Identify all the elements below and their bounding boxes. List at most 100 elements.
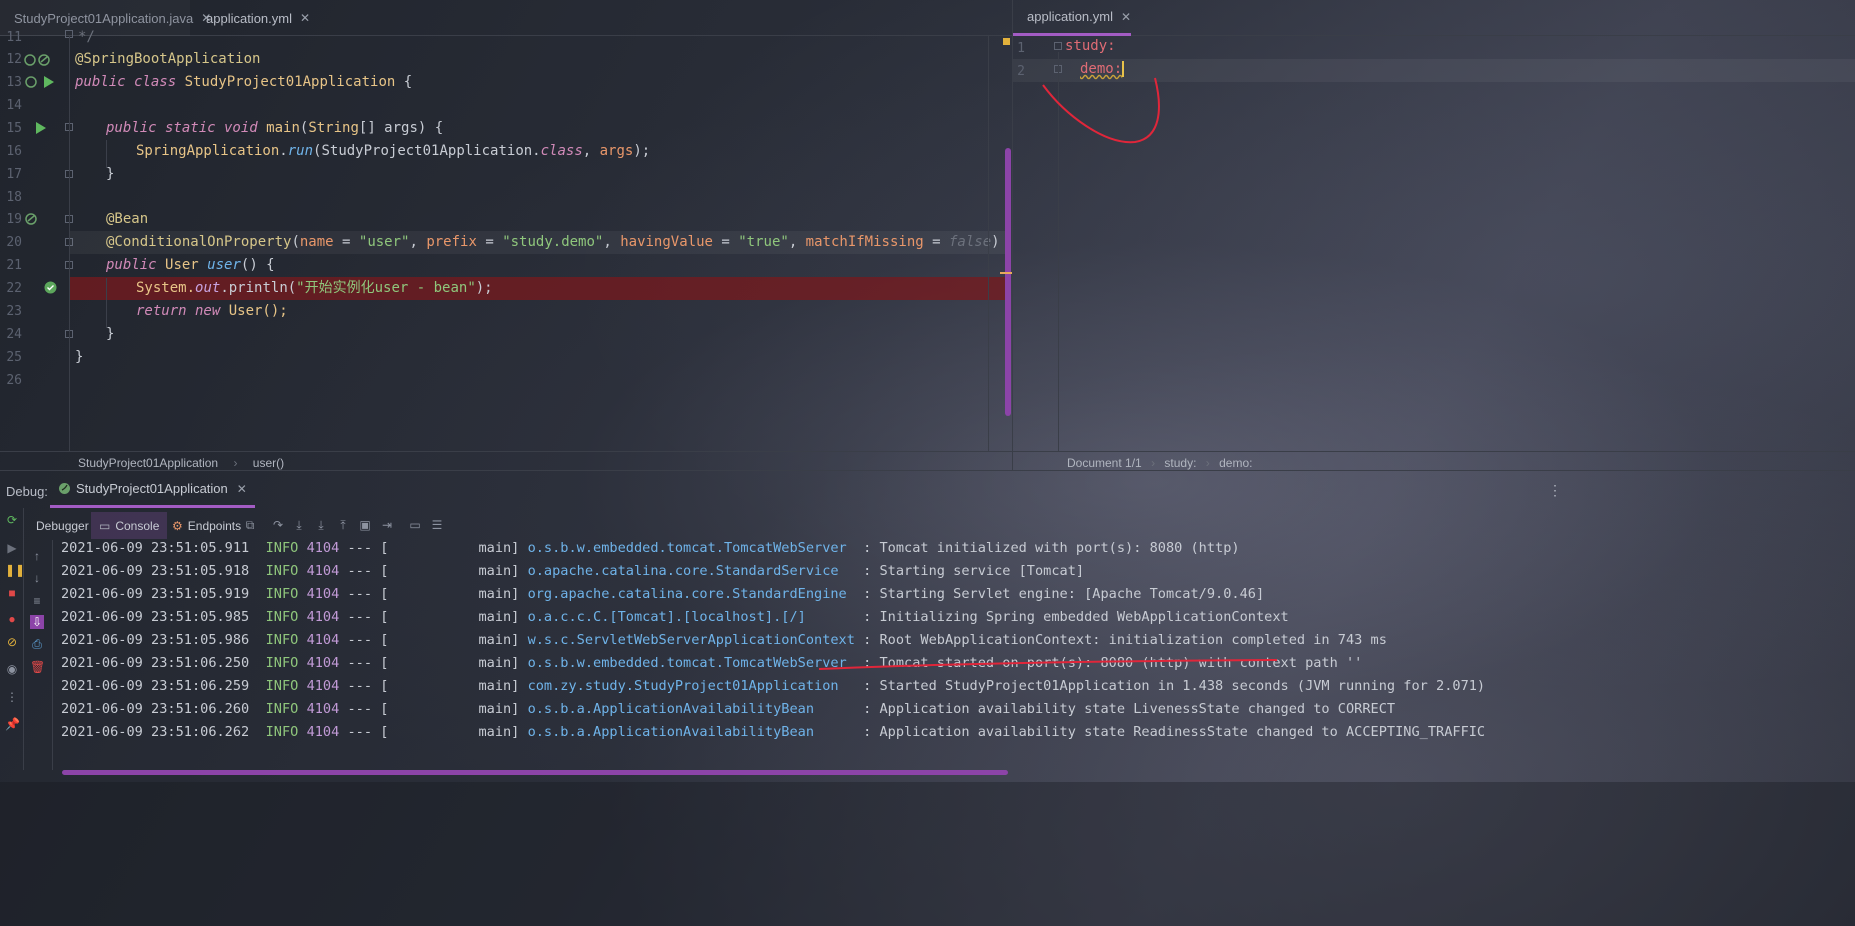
code-token: "开始实例化user - bean" [296,280,476,296]
code-token: SpringApplication [136,143,280,159]
code-token: name [299,234,334,250]
tab-application-yml-right[interactable]: application.yml ✕ [1013,0,1131,36]
code-token: false [948,234,992,250]
tab-study-project-java[interactable]: C StudyProject01Application.java ✕ [0,0,211,36]
camera-icon[interactable]: ◉ [5,662,19,676]
tab-label: StudyProject01Application.java [14,10,194,26]
scroll-down-icon[interactable]: ↓ [30,571,44,585]
tab-label: Console [115,518,160,533]
debug-session-tab[interactable]: StudyProject01Application ✕ [50,472,255,508]
log-thread: main] [388,701,528,717]
code-line-19: @Bean [106,208,148,231]
code-token: = [333,234,359,250]
log-logger: o.s.b.w.embedded.tomcat.TomcatWebServer [527,540,864,556]
spring-bean-icon[interactable] [24,75,38,89]
scroll-to-end-icon[interactable]: ⇩ [30,615,44,629]
code-token: prefix [426,234,477,250]
code-token: , [788,234,806,250]
breakpoint-marker-stripe [1000,272,1012,274]
code-token: @ConditionalOnProperty [106,234,292,250]
left-editor-scrollbar[interactable] [1005,148,1011,416]
line-number: 11 [6,30,22,45]
breakpoint-verified-icon[interactable] [44,281,57,294]
log-logger: o.a.c.c.C.[Tomcat].[localhost].[/] [527,609,864,625]
code-token: { [395,74,413,90]
log-logger: o.s.b.a.ApplicationAvailabilityBean [527,701,864,717]
breadcrumb-item[interactable]: demo: [1219,456,1252,470]
rerun-icon[interactable]: ⟳ [5,513,19,527]
code-token: System. [136,280,196,296]
log-separator: --- [ [339,655,389,671]
more-options-icon[interactable]: ⋮ [1548,482,1562,499]
console-icon: ▭ [99,518,111,533]
tab-label: application.yml [1027,9,1113,24]
spring-bean-icon[interactable] [24,53,54,67]
line-number: 12 [6,52,22,67]
trace-settings-icon[interactable]: ☰ [430,518,444,532]
view-breakpoints-icon[interactable]: ● [5,612,19,626]
stop-icon[interactable]: ■ [5,586,19,600]
tab-debugger[interactable]: Debugger [30,512,95,539]
code-token: public [106,257,166,273]
tab-endpoints[interactable]: ⚙ Endpoints [166,512,247,539]
code-token: String [308,120,359,136]
print-icon[interactable]: ⎙ [30,637,44,651]
code-line-24: } [106,323,114,346]
code-line-12: @SpringBootApplication [75,48,260,71]
resume-icon[interactable]: ▶ [5,541,19,555]
log-timestamp: 2021-06-09 23:51:05.986 [61,632,250,648]
scroll-up-icon[interactable]: ↑ [30,549,44,563]
console-horizontal-scrollbar[interactable] [62,770,1008,775]
spring-bean-icon[interactable] [24,212,38,226]
soft-wrap-icon[interactable]: ≡ [30,594,44,608]
line-number: 17 [6,167,22,182]
step-out-icon[interactable]: ⤒ [336,518,350,532]
code-token: () { [240,257,275,273]
step-over-icon[interactable]: ↷ [271,518,285,532]
log-thread: main] [388,678,528,694]
restore-layout-icon[interactable]: ⧉ [243,518,257,532]
breadcrumb-item[interactable]: StudyProject01Application [78,456,218,470]
tab-application-yml[interactable]: application.yml ✕ [192,0,312,36]
right-editor-breadcrumb-divider [1013,451,1855,452]
line-number: 23 [6,304,22,319]
line-number: 15 [6,121,22,136]
run-to-cursor-icon[interactable]: ⇥ [380,518,394,532]
more-icon[interactable]: ⋮ [5,690,19,704]
code-token: @Bean [106,211,149,227]
left-editor-tabbar: C StudyProject01Application.java ✕ appli… [0,0,1012,36]
log-line: 2021-06-09 23:51:05.986 INFO 4104 --- [ … [61,629,1387,652]
yaml-line-1: study: [1065,35,1116,58]
code-token: ); [633,143,651,159]
fold-marker-icon[interactable] [1054,42,1062,50]
evaluate-expression-icon[interactable]: ▭ [408,518,422,532]
pause-icon[interactable]: ❚❚ [5,563,25,577]
hand-drawn-annotation [1042,77,1160,144]
drop-frame-icon[interactable]: ▣ [358,518,372,532]
code-token: ) [991,234,1000,250]
close-icon[interactable]: ✕ [300,11,310,25]
run-icon[interactable] [35,121,47,135]
clear-all-icon[interactable]: 🗑 [30,660,45,674]
log-level: INFO [265,724,299,740]
step-into-icon[interactable]: ⤓ [292,518,306,532]
pin-icon[interactable]: 📌 [5,717,20,731]
log-pid: 4104 [306,724,340,740]
log-separator: --- [ [339,586,389,602]
breadcrumb-item[interactable]: study: [1164,456,1196,470]
close-icon[interactable]: ✕ [1121,10,1131,24]
breadcrumb-item[interactable]: user() [253,456,284,470]
log-message: : Starting service [Tomcat] [863,563,1085,579]
code-token: , [582,143,600,159]
code-token: */ [78,29,95,45]
line-number: 24 [6,327,22,342]
close-icon[interactable]: ✕ [237,482,247,496]
run-icon[interactable] [43,75,55,89]
code-token: = [712,234,739,250]
log-timestamp: 2021-06-09 23:51:05.911 [61,540,250,556]
force-step-into-icon[interactable]: ⤓ [314,518,328,532]
tab-console[interactable]: ▭ Console [91,512,168,539]
log-timestamp: 2021-06-09 23:51:05.919 [61,586,250,602]
mute-breakpoints-icon[interactable]: ⊘ [5,635,19,649]
log-timestamp: 2021-06-09 23:51:06.250 [61,655,250,671]
